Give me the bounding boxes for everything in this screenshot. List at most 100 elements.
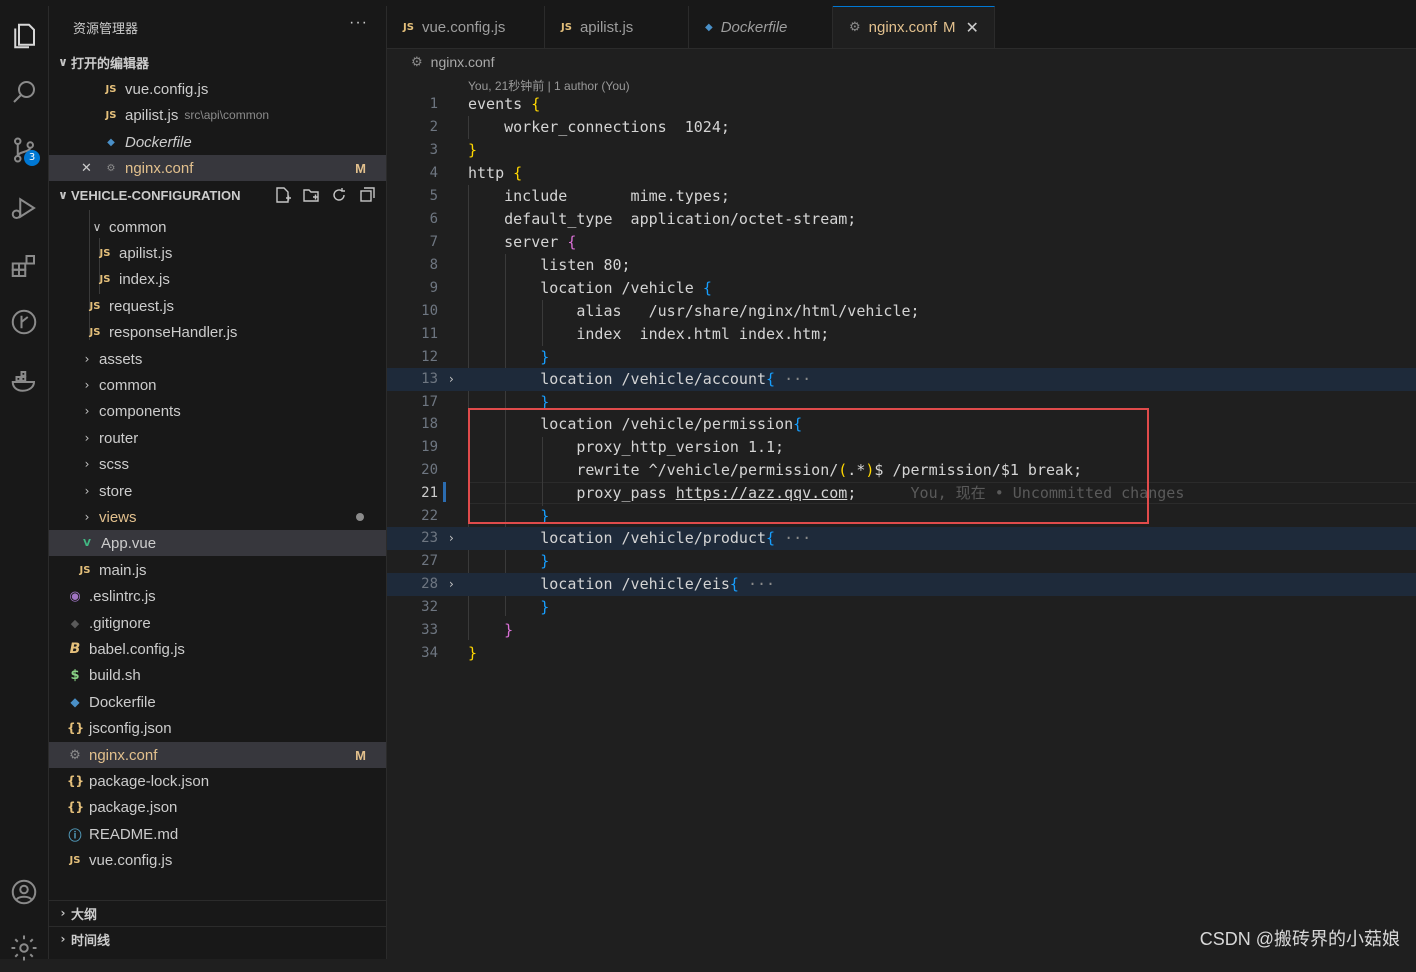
code-line[interactable]: 6 default_type application/octet-stream; xyxy=(387,208,1416,231)
code-line[interactable]: 12 } xyxy=(387,346,1416,369)
code-line-folded[interactable]: 13 › location /vehicle/account{ ··· xyxy=(387,368,1416,391)
account-icon[interactable] xyxy=(0,868,48,916)
codelens-blame[interactable]: You, 21秒钟前 | 1 author (You) xyxy=(468,77,630,94)
explorer-more-button[interactable]: ··· xyxy=(349,14,368,32)
chevron-down-icon: ∨ xyxy=(58,188,68,202)
tree-file[interactable]: ⓘ README.md xyxy=(49,821,386,847)
code-line[interactable]: 27 } xyxy=(387,550,1416,573)
tree-folder[interactable]: › common xyxy=(49,372,386,398)
open-editor-item[interactable]: JS apilist.js src\api\common xyxy=(49,102,386,128)
docker-icon[interactable] xyxy=(0,358,48,406)
tab-nginx-conf[interactable]: ⚙ nginx.conf M ✕ xyxy=(833,6,995,48)
code-text: location /vehicle/product{ ··· xyxy=(468,529,812,547)
tree-file[interactable]: ◆ .gitignore xyxy=(49,610,386,636)
modified-dot xyxy=(356,513,364,521)
tree-file[interactable]: JS main.js xyxy=(49,557,386,583)
code-line[interactable]: 10 alias /usr/share/nginx/html/vehicle; xyxy=(387,300,1416,323)
open-editor-item-active[interactable]: ✕ ⚙ nginx.conf M xyxy=(49,155,386,181)
open-editor-item[interactable]: JS vue.config.js xyxy=(49,76,386,102)
tree-file[interactable]: JS responseHandler.js xyxy=(49,319,386,345)
chevron-right-icon[interactable]: › xyxy=(449,573,454,596)
collapse-all-icon[interactable] xyxy=(358,186,376,204)
outline-header[interactable]: › 大纲 xyxy=(49,900,386,925)
refresh-icon[interactable] xyxy=(330,186,348,204)
code-text: include mime.types; xyxy=(468,187,730,205)
code-text: location /vehicle/account{ ··· xyxy=(468,370,812,388)
tree-file[interactable]: JS vue.config.js xyxy=(49,847,386,873)
code-line[interactable]: 7 server { xyxy=(387,231,1416,254)
tree-folder[interactable]: › assets xyxy=(49,346,386,372)
new-file-icon[interactable] xyxy=(274,186,292,204)
new-folder-icon[interactable] xyxy=(302,186,320,204)
tree-folder[interactable]: ∨ common xyxy=(49,214,386,240)
source-control-icon[interactable]: 3 xyxy=(0,126,48,174)
tree-file[interactable]: JS index.js xyxy=(49,266,386,292)
js-file-icon: JS xyxy=(69,854,81,866)
line-number: 34 xyxy=(421,645,438,661)
extensions-icon[interactable] xyxy=(0,242,48,290)
tree-file[interactable]: $ build.sh xyxy=(49,662,386,688)
run-debug-icon[interactable] xyxy=(0,184,48,232)
code-text: server { xyxy=(468,233,577,251)
code-line[interactable]: 2 worker_connections 1024; xyxy=(387,116,1416,139)
tree-file[interactable]: V App.vue xyxy=(49,530,386,556)
open-editor-item[interactable]: ◆ Dockerfile xyxy=(49,129,386,155)
code-line[interactable]: 4 http { xyxy=(387,162,1416,185)
chevron-right-icon[interactable]: › xyxy=(449,527,454,550)
code-text: alias /usr/share/nginx/html/vehicle; xyxy=(468,302,920,320)
tree-file[interactable]: {} jsconfig.json xyxy=(49,715,386,741)
breadcrumb[interactable]: ⚙ nginx.conf xyxy=(411,54,494,70)
tab-apilist[interactable]: JS apilist.js xyxy=(545,6,689,48)
tree-file[interactable]: JS request.js xyxy=(49,293,386,319)
git-graph-icon[interactable] xyxy=(0,298,48,346)
search-icon[interactable] xyxy=(0,68,48,116)
tree-file[interactable]: B babel.config.js xyxy=(49,636,386,662)
tree-label: common xyxy=(99,376,157,394)
gear-file-icon: ⚙ xyxy=(411,54,423,69)
tree-file-active[interactable]: ⚙ nginx.conf M xyxy=(49,742,386,768)
code-line[interactable]: 33 } xyxy=(387,619,1416,642)
tab-dockerfile[interactable]: ◆ Dockerfile xyxy=(689,6,833,48)
code-line[interactable]: 34 } xyxy=(387,642,1416,665)
breadcrumb-file[interactable]: nginx.conf xyxy=(431,54,495,70)
code-text: } xyxy=(468,644,478,662)
code-line[interactable]: 8 listen 80; xyxy=(387,254,1416,277)
open-editors-header[interactable]: ∨ 打开的编辑器 xyxy=(49,50,386,74)
tree-file[interactable]: ◆ Dockerfile xyxy=(49,689,386,715)
code-line[interactable]: 1 events { xyxy=(387,93,1416,116)
code-line-folded[interactable]: 23 › location /vehicle/product{ ··· xyxy=(387,527,1416,550)
highlight-annotation-box xyxy=(468,408,1149,524)
code-text: listen 80; xyxy=(468,256,631,274)
code-line[interactable]: 32 } xyxy=(387,596,1416,619)
tree-folder[interactable]: › router xyxy=(49,425,386,451)
code-line[interactable]: 5 include mime.types; xyxy=(387,185,1416,208)
tree-folder[interactable]: › store xyxy=(49,478,386,504)
code-line-folded[interactable]: 28 › location /vehicle/eis{ ··· xyxy=(387,573,1416,596)
code-line[interactable]: 3 } xyxy=(387,139,1416,162)
code-line[interactable]: 9 location /vehicle { xyxy=(387,277,1416,300)
code-text: } xyxy=(540,552,550,570)
tree-folder[interactable]: › scss xyxy=(49,451,386,477)
tree-folder[interactable]: › views xyxy=(49,504,386,530)
code-text: } xyxy=(540,598,550,616)
tab-label: Dockerfile xyxy=(720,18,788,36)
settings-gear-icon[interactable] xyxy=(0,924,48,972)
tree-file[interactable]: {} package.json xyxy=(49,794,386,820)
explorer-icon[interactable] xyxy=(0,12,48,60)
close-icon[interactable]: ✕ xyxy=(966,18,979,37)
project-header[interactable]: ∨ VEHICLE-CONFIGURATION xyxy=(49,183,386,207)
tab-vue-config[interactable]: JS vue.config.js xyxy=(387,6,545,48)
babel-file-icon: B xyxy=(69,641,81,657)
chevron-right-icon[interactable]: › xyxy=(449,368,454,391)
modified-badge: M xyxy=(943,19,956,36)
chevron-right-icon: › xyxy=(84,352,90,366)
git-file-icon: ◆ xyxy=(70,616,80,630)
tree-file[interactable]: ◉ .eslintrc.js xyxy=(49,583,386,609)
tree-folder[interactable]: › components xyxy=(49,398,386,424)
close-icon[interactable]: ✕ xyxy=(81,161,99,176)
code-line[interactable]: 11 index index.html index.htm; xyxy=(387,323,1416,346)
docker-file-icon: ◆ xyxy=(705,21,713,33)
timeline-header[interactable]: › 时间线 xyxy=(49,926,386,951)
tree-file[interactable]: {} package-lock.json xyxy=(49,768,386,794)
tree-file[interactable]: JS apilist.js xyxy=(49,240,386,266)
